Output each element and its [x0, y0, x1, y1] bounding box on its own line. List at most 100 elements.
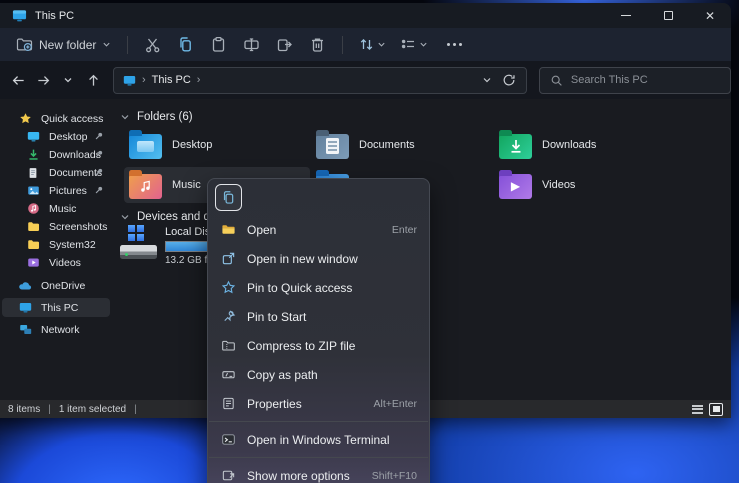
paste-button[interactable]	[202, 32, 235, 58]
menu-item-shortcut: Alt+Enter	[374, 398, 417, 410]
sidebar-item-label: Videos	[49, 257, 81, 269]
paste-icon	[210, 36, 227, 53]
zip-icon	[220, 338, 236, 353]
menu-item-shortcut: Enter	[392, 224, 417, 236]
menu-item-compress-to-zip[interactable]: Compress to ZIP file	[208, 331, 429, 360]
sidebar-item-label: This PC	[41, 302, 78, 314]
folder-tile-documents[interactable]: Documents	[311, 127, 497, 163]
sidebar-item-documents[interactable]: Documents	[2, 163, 110, 182]
desktop-icon	[26, 130, 40, 143]
menu-item-copy-as-path[interactable]: Copy as path	[208, 360, 429, 389]
chevron-down-icon	[63, 75, 73, 85]
menu-item-label: Copy as path	[247, 368, 318, 382]
menu-item-show-more-options[interactable]: Show more options Shift+F10	[208, 461, 429, 483]
music-icon	[26, 202, 40, 215]
sidebar-item-screenshots[interactable]: Screenshots	[2, 217, 110, 236]
sidebar-item-pictures[interactable]: Pictures	[2, 181, 110, 200]
new-folder-button[interactable]: New folder	[8, 32, 119, 58]
maximize-button[interactable]	[647, 3, 689, 28]
copy-button[interactable]	[169, 32, 202, 58]
view-button[interactable]	[393, 32, 435, 58]
delete-button[interactable]	[301, 32, 334, 58]
search-box[interactable]	[539, 67, 731, 94]
menu-item-open-in-new-window[interactable]: Open in new window	[208, 244, 429, 273]
local-disk-icon	[120, 225, 160, 263]
menu-item-label: Compress to ZIP file	[247, 339, 355, 353]
new-window-icon	[220, 251, 236, 266]
folders-section-header[interactable]: Folders (6)	[120, 111, 193, 123]
sidebar-item-this-pc[interactable]: This PC	[2, 298, 110, 317]
menu-item-open-in-windows-terminal[interactable]: Open in Windows Terminal	[208, 425, 429, 454]
view-icon	[400, 36, 417, 53]
pictures-icon	[26, 184, 40, 197]
new-folder-icon	[16, 36, 33, 53]
minimize-button[interactable]	[605, 3, 647, 28]
address-dropdown-icon[interactable]	[482, 75, 492, 85]
address-bar-row: › This PC ›	[0, 61, 731, 99]
items-count: 8 items	[8, 404, 40, 415]
navigation-pane: Quick access Desktop Downloads Documents…	[0, 99, 112, 385]
sidebar-item-label: Network	[41, 324, 80, 336]
close-button[interactable]: ✕	[689, 3, 731, 28]
sidebar-item-desktop[interactable]: Desktop	[2, 127, 110, 146]
downloads-icon	[26, 148, 40, 161]
recent-locations-button[interactable]	[56, 68, 80, 92]
sidebar-item-downloads[interactable]: Downloads	[2, 145, 110, 164]
menu-item-properties[interactable]: Properties Alt+Enter	[208, 389, 429, 418]
onedrive-icon	[18, 279, 32, 293]
details-view-button[interactable]	[692, 405, 703, 414]
cut-button[interactable]	[136, 32, 169, 58]
sidebar-item-music[interactable]: Music	[2, 199, 110, 218]
document-icon	[26, 167, 40, 179]
sidebar-item-system32[interactable]: System32	[2, 235, 110, 254]
pin-icon	[94, 131, 104, 141]
back-button[interactable]	[6, 68, 30, 92]
copy-path-icon	[220, 367, 236, 382]
documents-folder-icon	[316, 134, 349, 159]
title-bar: This PC ✕	[0, 3, 731, 28]
chevron-down-icon	[377, 40, 386, 49]
thumbnail-view-button[interactable]	[709, 403, 723, 416]
sidebar-item-label: Quick access	[41, 113, 103, 125]
sort-button[interactable]	[351, 32, 393, 58]
folder-tile-downloads[interactable]: Downloads	[494, 127, 680, 163]
context-menu: Open Enter Open in new window Pin to Qui…	[207, 178, 430, 483]
tile-label: Music	[172, 179, 201, 191]
videos-icon	[26, 256, 40, 269]
rename-button[interactable]	[235, 32, 268, 58]
status-separator: |	[48, 404, 51, 415]
tile-label: Documents	[359, 139, 415, 151]
sidebar-item-videos[interactable]: Videos	[2, 253, 110, 272]
menu-item-pin-to-quick-access[interactable]: Pin to Quick access	[208, 273, 429, 302]
up-button[interactable]	[81, 68, 105, 92]
command-toolbar: New folder	[0, 28, 731, 61]
folder-tile-videos[interactable]: ▶ Videos	[494, 167, 680, 203]
properties-icon	[220, 396, 236, 411]
rename-icon	[243, 36, 260, 53]
folder-tile-desktop[interactable]: Desktop	[124, 127, 310, 163]
share-button[interactable]	[268, 32, 301, 58]
breadcrumb-actions	[482, 73, 526, 87]
sidebar-item-onedrive[interactable]: OneDrive	[2, 276, 110, 295]
new-folder-label: New folder	[39, 38, 96, 52]
this-pc-icon	[123, 74, 136, 87]
breadcrumb[interactable]: › This PC ›	[113, 67, 527, 94]
refresh-icon[interactable]	[502, 73, 516, 87]
devices-section-header[interactable]: Devices and dri	[120, 211, 216, 223]
copy-button[interactable]	[215, 184, 242, 211]
pin-icon	[94, 149, 104, 159]
sidebar-item-network[interactable]: Network	[2, 320, 110, 339]
forward-button[interactable]	[31, 68, 55, 92]
see-more-button[interactable]	[435, 43, 474, 46]
collapse-chevron-icon	[120, 212, 130, 222]
breadcrumb-location[interactable]: This PC	[152, 74, 191, 86]
search-input[interactable]	[571, 74, 711, 86]
menu-item-pin-to-start[interactable]: Pin to Start	[208, 302, 429, 331]
sort-icon	[358, 36, 375, 53]
share-icon	[276, 36, 293, 53]
this-pc-icon	[12, 8, 27, 23]
menu-item-open[interactable]: Open Enter	[208, 215, 429, 244]
tile-label: Videos	[542, 179, 575, 191]
sidebar-item-quick-access[interactable]: Quick access	[2, 109, 110, 128]
menu-item-label: Open	[247, 223, 276, 237]
